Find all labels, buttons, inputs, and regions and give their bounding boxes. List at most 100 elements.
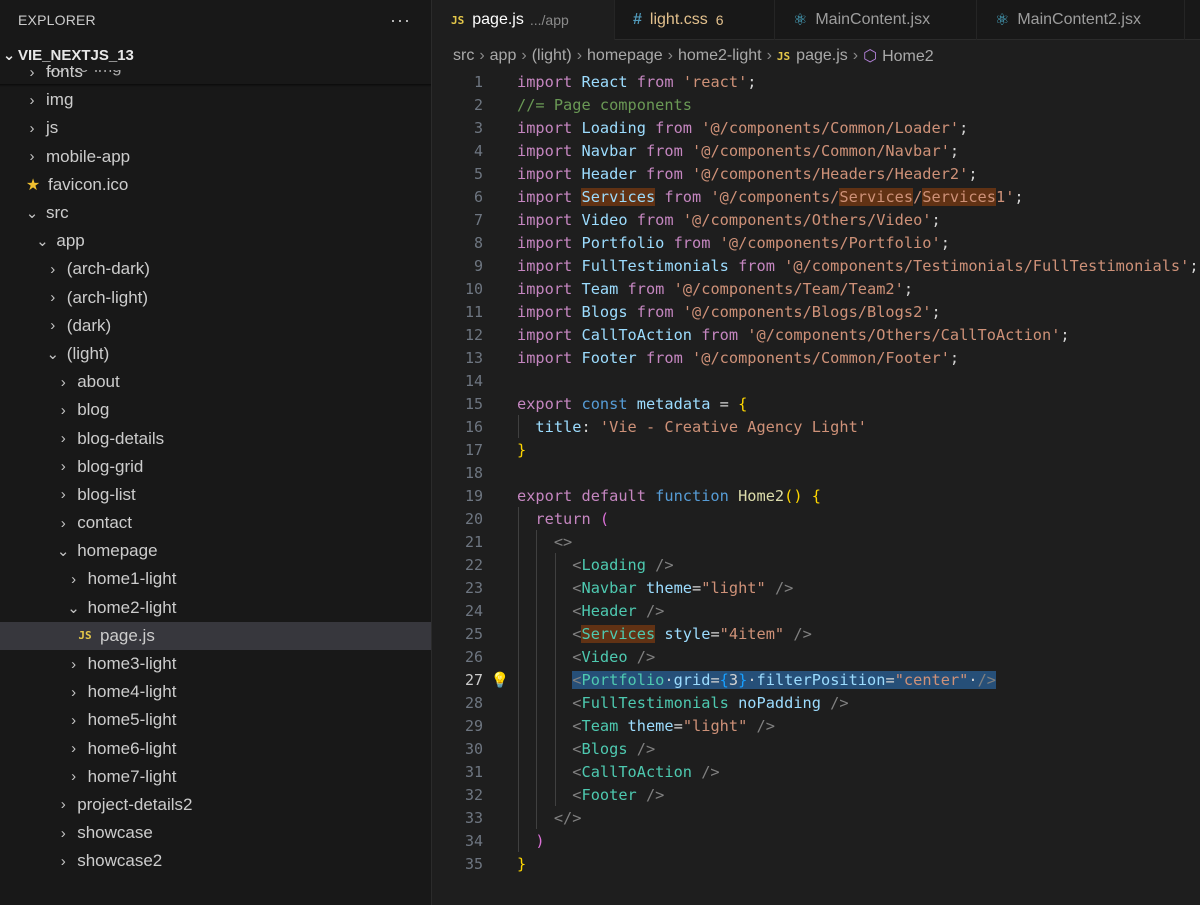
breadcrumb-item[interactable]: src [453, 47, 474, 65]
code-line[interactable]: 34 ) [433, 829, 1200, 852]
code-line[interactable]: 4 import Navbar from '@/components/Common… [433, 139, 1200, 162]
code-token: 'react' [682, 72, 748, 91]
code-line[interactable]: 3 import Loading from '@/components/Commo… [433, 116, 1200, 139]
code-line[interactable]: 10 import Team from '@/components/Team/Te… [433, 277, 1200, 300]
code-line[interactable]: 8 import Portfolio from '@/components/Por… [433, 231, 1200, 254]
tree-folder[interactable]: › blog-list [0, 481, 431, 509]
tab-page-js[interactable]: JS page.js .../app [433, 0, 615, 40]
tree-file[interactable]: ★ favicon.ico [0, 171, 431, 199]
tree-folder[interactable]: ⌄ src [0, 199, 431, 227]
tree-folder[interactable]: › home3-light [0, 650, 431, 678]
indent-guide [518, 737, 519, 760]
lightbulb-icon[interactable]: 💡 [491, 671, 510, 689]
tree-folder[interactable]: › (arch-light) [0, 284, 431, 312]
tree-folder[interactable]: ⌄ homepage [0, 537, 431, 565]
code-line[interactable]: 33 </> [433, 806, 1200, 829]
tree-folder[interactable]: › showcase2 [0, 847, 431, 875]
code-line[interactable]: 21 <> [433, 530, 1200, 553]
code-token: Header [581, 601, 637, 620]
tree-folder[interactable]: › (arch-dark) [0, 255, 431, 283]
tree-folder[interactable]: ⌄ app [0, 227, 431, 255]
tab-maincontent-jsx[interactable]: ⚛ MainContent.jsx [775, 0, 977, 40]
code-line[interactable]: 12 import CallToAction from '@/components… [433, 323, 1200, 346]
code-line[interactable]: 18 [433, 461, 1200, 484]
code-line[interactable]: 14 [433, 369, 1200, 392]
tree-item-label: blog-details [77, 428, 165, 448]
code-view[interactable]: 1 import React from 'react'; 2 //= Page com… [433, 70, 1200, 875]
tree-folder[interactable]: › project-details2 [0, 791, 431, 819]
tree-file[interactable]: JS page.js [0, 621, 431, 650]
chevron-right-icon: › [50, 260, 56, 278]
code-line[interactable]: 28 <FullTestimonials noPadding /> [433, 691, 1200, 714]
tree-folder[interactable]: › mobile-app [0, 143, 431, 171]
tree-folder[interactable]: › blog-details [0, 424, 431, 452]
code-line[interactable]: 30 <Blogs /> [433, 737, 1200, 760]
code-line[interactable]: 22 <Loading /> [433, 553, 1200, 576]
tree-folder[interactable]: › home1-light [0, 565, 431, 593]
tree-folder[interactable]: ⌄ (light) [0, 340, 431, 368]
code-line[interactable]: 9 import FullTestimonials from '@/compone… [433, 254, 1200, 277]
tree-folder[interactable]: › home7-light [0, 763, 431, 791]
tree-folder[interactable]: › blog-grid [0, 453, 431, 481]
code-line[interactable]: 20 return ( [433, 507, 1200, 530]
tree-folder[interactable]: › img [0, 86, 431, 114]
code-line[interactable]: 23 <Navbar theme="light" /> [433, 576, 1200, 599]
chevron-right-icon: › [71, 683, 77, 701]
tree-folder[interactable]: › about [0, 368, 431, 396]
code-line[interactable]: 6 import Services from '@/components/Serv… [433, 185, 1200, 208]
code-token: '@/components/Team/Team2' [673, 279, 904, 298]
code-line[interactable]: 31 <CallToAction /> [433, 760, 1200, 783]
tab-maincontent2-jsx[interactable]: ⚛ MainContent2.jsx [977, 0, 1185, 40]
code-line[interactable]: 2 //= Page components [433, 93, 1200, 116]
tree-folder[interactable]: › home5-light [0, 706, 431, 734]
breadcrumb-item[interactable]: homepage [587, 47, 663, 65]
tree-folder[interactable]: › contact [0, 509, 431, 537]
breadcrumb-item[interactable]: JS page.js [777, 47, 848, 65]
code-token: /> [701, 762, 720, 781]
tab-light-css[interactable]: # light.css 6 [615, 0, 775, 40]
code-line[interactable]: 7 import Video from '@/components/Others/… [433, 208, 1200, 231]
tree-folder[interactable]: › home6-light [0, 735, 431, 763]
code-line[interactable]: 25 <Services style="4item" /> [433, 622, 1200, 645]
tree-folder[interactable]: › blog [0, 396, 431, 424]
breadcrumb-item[interactable]: ⬡ Home2 [863, 46, 934, 66]
breadcrumb-item[interactable]: app [490, 47, 517, 65]
tree-item-label: contact [77, 513, 132, 533]
breadcrumb-item[interactable]: (light) [532, 47, 572, 65]
tree-folder[interactable]: › (dark) [0, 312, 431, 340]
code-line[interactable]: 19 export default function Home2() { [433, 484, 1200, 507]
more-actions-icon[interactable]: ··· [390, 10, 411, 31]
breadcrumb-item[interactable]: home2-light [678, 47, 762, 65]
code-text: <> [517, 533, 572, 551]
tree-folder[interactable]: › fonts [0, 58, 431, 86]
chevron-right-icon: › [60, 373, 66, 391]
code-line[interactable]: 16 title: 'Vie - Creative Agency Light' [433, 415, 1200, 438]
code-line[interactable]: 32 <Footer /> [433, 783, 1200, 806]
tree-item-label: home5-light [87, 710, 177, 730]
code-text: import Header from '@/components/Headers… [517, 165, 978, 183]
line-number: 6 [473, 187, 483, 206]
code-line[interactable]: 24 <Header /> [433, 599, 1200, 622]
code-line[interactable]: 1 import React from 'react'; [433, 70, 1200, 93]
indent-guide [536, 668, 538, 691]
code-line[interactable]: 15 export const metadata = { [433, 392, 1200, 415]
code-line[interactable]: 29 <Team theme="light" /> [433, 714, 1200, 737]
code-line[interactable]: 11 import Blogs from '@/components/Blogs/… [433, 300, 1200, 323]
code-token: ; [903, 279, 914, 298]
code-line[interactable]: 26 <Video /> [433, 645, 1200, 668]
code-line[interactable]: 13 import Footer from '@/components/Commo… [433, 346, 1200, 369]
code-line[interactable]: 17} [433, 438, 1200, 461]
tree-folder[interactable]: › js [0, 114, 431, 142]
code-token: import [517, 325, 573, 344]
tree-folder[interactable]: › home4-light [0, 678, 431, 706]
tree-folder[interactable]: ⌄ home2-light [0, 594, 431, 622]
tree-folder[interactable]: › showcase [0, 819, 431, 847]
code-line[interactable]: 35} [433, 852, 1200, 875]
code-line[interactable]: 5 import Header from '@/components/Header… [433, 162, 1200, 185]
code-line[interactable]: 27 💡 <Portfolio·grid={3}·filterPosition="… [433, 668, 1200, 691]
